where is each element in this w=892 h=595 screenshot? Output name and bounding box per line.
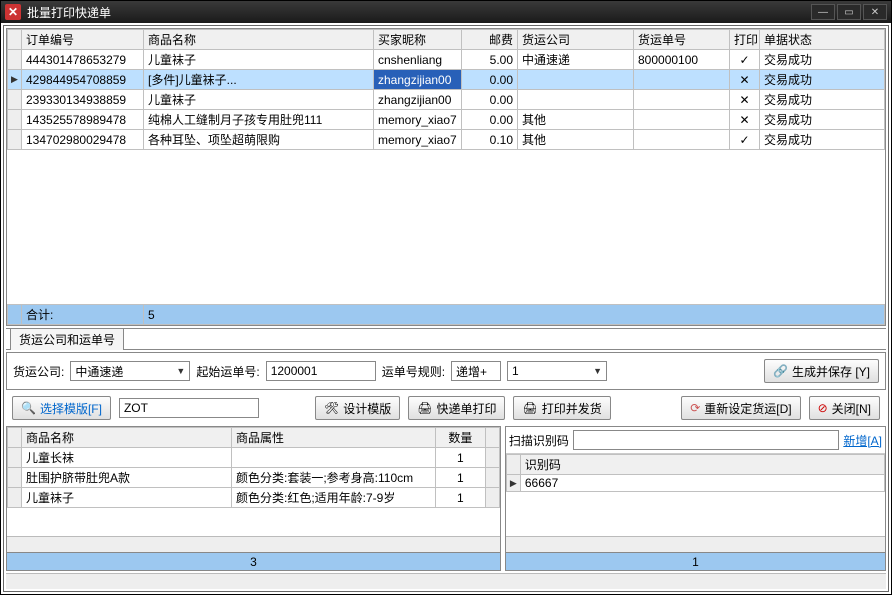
generate-save-label: 生成并保存 [Y] [792,363,870,380]
items-panel: 商品名称 商品属性 数量 儿童长袜1肚围护脐带肚兜A款颜色分类:套装一;参考身高… [6,426,501,571]
row-marker-header [8,30,22,50]
tab-strip: 货运公司和运单号 [6,328,886,350]
scan-table[interactable]: 识别码 ▶66667 [506,454,885,492]
titlebar: ✕ 批量打印快递单 — ▭ ✕ [1,1,891,23]
action-bar: 🔍 选择模版[F] 🛠 设计模版 🖨 快递单打印 🖨 打印并发货 ⟳ 重新设定货… [6,392,886,424]
close-button[interactable]: ⊘ 关闭[N] [809,396,880,420]
stop-icon: ⊘ [818,401,828,415]
ship-company-combo[interactable]: 中通速递 ▼ [70,361,190,381]
col-printed[interactable]: 打印 [730,30,760,50]
generate-save-button[interactable]: 🔗 生成并保存 [Y] [764,359,879,383]
col-item-name[interactable]: 商品名称 [22,428,232,448]
reset-shipping-button[interactable]: ⟳ 重新设定货运[D] [681,396,800,420]
table-row[interactable]: 239330134938859儿童袜子zhangzijian000.00✕交易成… [8,90,885,110]
choose-template-label: 选择模版[F] [40,400,102,417]
tools-icon: 🛠 [324,401,339,415]
orders-table[interactable]: 订单编号 商品名称 买家昵称 邮费 货运公司 货运单号 打印 单据状态 4443… [7,29,885,150]
design-template-button[interactable]: 🛠 设计模版 [315,396,400,420]
tab-shipping[interactable]: 货运公司和运单号 [10,328,124,350]
chevron-down-icon: ▼ [593,366,602,376]
waybill-rule-combo-b[interactable]: 1▼ [507,361,607,381]
table-row[interactable]: ▶66667 [506,475,884,492]
print-and-ship-label: 打印并发货 [542,400,602,417]
col-buyer[interactable]: 买家昵称 [374,30,462,50]
table-row[interactable]: ▶429844954708859[多件]儿童袜子...zhangzijian00… [8,70,885,90]
items-total: 3 [7,552,500,570]
main-hscroll[interactable] [6,573,886,589]
items-table[interactable]: 商品名称 商品属性 数量 儿童长袜1肚围护脐带肚兜A款颜色分类:套装一;参考身高… [7,427,500,508]
app-window: ✕ 批量打印快递单 — ▭ ✕ 订单编号 商品名称 买家昵称 邮费 [0,0,892,595]
waybill-rule-a-value: 递增+ [456,363,487,380]
print-express-button[interactable]: 🖨 快递单打印 [408,396,505,420]
table-row[interactable]: 134702980029478各种耳坠、项坠超萌限购memory_xiao70.… [8,130,885,150]
bottom-split: 商品名称 商品属性 数量 儿童长袜1肚围护脐带肚兜A款颜色分类:套装一;参考身高… [6,426,886,571]
col-product[interactable]: 商品名称 [144,30,374,50]
scan-add-link[interactable]: 新增[A] [843,432,882,449]
ship-company-value: 中通速递 [75,363,123,380]
col-fee[interactable]: 邮费 [462,30,518,50]
orders-total-row: 合计: 5 [8,305,885,325]
choose-template-button[interactable]: 🔍 选择模版[F] [12,396,111,420]
col-status[interactable]: 单据状态 [760,30,885,50]
print-express-label: 快递单打印 [436,400,496,417]
design-template-label: 设计模版 [343,400,391,417]
col-item-attr[interactable]: 商品属性 [232,428,436,448]
search-icon: 🔍 [21,401,36,415]
waybill-rule-b-value: 1 [512,364,519,378]
waybill-rule-combo-a[interactable]: 递增+ [451,361,501,381]
orders-header-row: 订单编号 商品名称 买家昵称 邮费 货运公司 货运单号 打印 单据状态 [8,30,885,50]
col-item-qty[interactable]: 数量 [435,428,485,448]
client-area: 订单编号 商品名称 买家昵称 邮费 货运公司 货运单号 打印 单据状态 4443… [3,25,889,592]
total-label: 合计: [22,305,144,325]
table-row[interactable]: 儿童袜子颜色分类:红色;适用年龄:7-9岁1 [8,488,500,508]
total-count: 5 [144,305,885,325]
printer-icon: 🖨 [522,401,537,415]
close-window-button[interactable]: ✕ [863,4,887,20]
table-row[interactable]: 444301478653279儿童袜子cnshenliang5.00中通速递80… [8,50,885,70]
template-code-input[interactable] [119,398,259,418]
scan-label: 扫描识别码 [509,432,569,449]
ship-company-label: 货运公司: [13,363,64,380]
scan-hscroll[interactable] [506,536,885,552]
col-waybill[interactable]: 货运单号 [634,30,730,50]
scan-input[interactable] [573,430,839,450]
scan-panel: 扫描识别码 新增[A] 识别码 ▶66667 1 [505,426,886,571]
print-and-ship-button[interactable]: 🖨 打印并发货 [513,396,610,420]
link-icon: 🔗 [773,364,788,378]
col-ship-co[interactable]: 货运公司 [518,30,634,50]
shipping-form: 货运公司: 中通速递▼ 起始运单号: 运单号规则: 递增+ 1▼ 🔗 生成并保存… [6,352,886,390]
table-row[interactable]: 儿童长袜1 [8,448,500,468]
waybill-rule-label: 运单号规则: [382,363,445,380]
col-scan-code[interactable]: 识别码 [520,455,884,475]
window-title: 批量打印快递单 [27,4,811,21]
start-waybill-label: 起始运单号: [196,363,259,380]
scan-toolbar: 扫描识别码 新增[A] [506,427,885,454]
table-row[interactable]: 143525578989478纯棉人工缝制月子孩专用肚兜111memory_xi… [8,110,885,130]
start-waybill-input[interactable] [266,361,376,381]
app-icon: ✕ [5,4,21,20]
scan-total: 1 [506,552,885,570]
minimize-button[interactable]: — [811,4,835,20]
col-order-id[interactable]: 订单编号 [22,30,144,50]
chevron-down-icon: ▼ [176,366,185,376]
reset-shipping-label: 重新设定货运[D] [704,400,791,417]
printer-icon: 🖨 [417,401,432,415]
table-row[interactable]: 肚围护脐带肚兜A款颜色分类:套装一;参考身高:110cm1 [8,468,500,488]
refresh-icon: ⟳ [690,401,700,415]
maximize-button[interactable]: ▭ [837,4,861,20]
orders-grid: 订单编号 商品名称 买家昵称 邮费 货运公司 货运单号 打印 单据状态 4443… [6,28,886,326]
items-hscroll[interactable] [7,536,500,552]
close-button-label: 关闭[N] [832,400,871,417]
